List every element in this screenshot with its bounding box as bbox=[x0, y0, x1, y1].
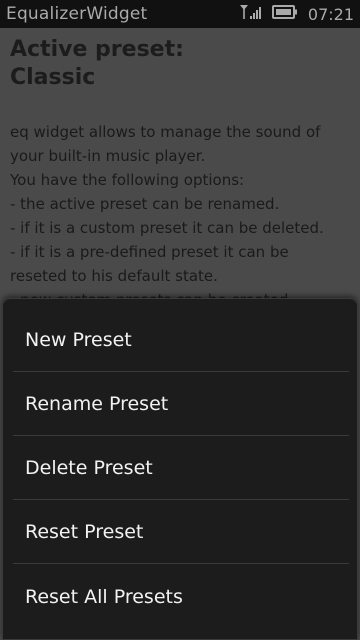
description-line: - if it is a pre-defined preset it can b… bbox=[10, 243, 289, 261]
heading-label: Active preset: bbox=[10, 37, 184, 62]
description-text: eq widget allows to manage the sound of … bbox=[10, 120, 355, 312]
app-title: EqualizerWidget bbox=[6, 4, 148, 24]
menu-item-rename-preset[interactable]: Rename Preset bbox=[13, 373, 349, 436]
status-icons: 07:21 bbox=[238, 4, 354, 24]
battery-icon bbox=[271, 4, 298, 24]
description-line: your built-in music player. bbox=[10, 147, 206, 165]
signal-icon bbox=[238, 3, 262, 25]
preset-name: Classic bbox=[10, 65, 96, 90]
menu-item-reset-preset[interactable]: Reset Preset bbox=[13, 501, 349, 564]
description-line: reseted to his default state. bbox=[10, 267, 218, 285]
clock: 07:21 bbox=[307, 4, 354, 24]
menu-item-reset-all-presets[interactable]: Reset All Presets bbox=[13, 565, 349, 628]
description-line: - if it is a custom preset it can be del… bbox=[10, 219, 324, 237]
description-line: You have the following options: bbox=[10, 171, 245, 189]
menu-item-delete-preset[interactable]: Delete Preset bbox=[13, 437, 349, 500]
description-line: - the active preset can be renamed. bbox=[10, 195, 280, 213]
screen: EqualizerWidget 07:21 Active preset: Cla… bbox=[0, 0, 360, 640]
menu-item-new-preset[interactable]: New Preset bbox=[13, 309, 349, 372]
options-menu: New Preset Rename Preset Delete Preset R… bbox=[2, 298, 358, 640]
description-line: eq widget allows to manage the sound of bbox=[10, 123, 321, 141]
active-preset-heading: Active preset: Classic bbox=[10, 36, 184, 92]
status-bar: EqualizerWidget 07:21 bbox=[0, 0, 360, 28]
